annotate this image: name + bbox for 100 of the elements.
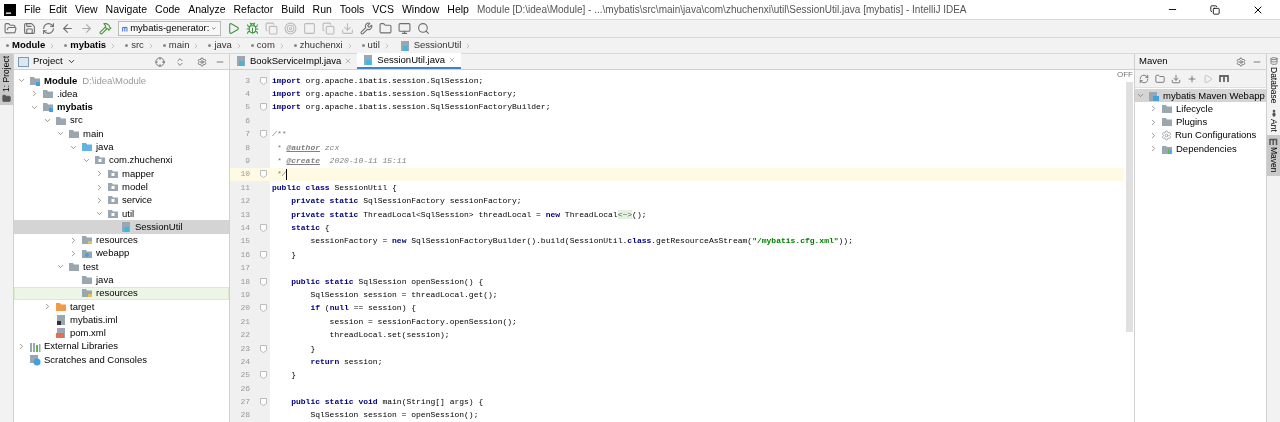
tree-item[interactable]: Module D:\idea\Module — [14, 74, 229, 88]
tool-window-tab[interactable]: 1: Project — [0, 54, 13, 105]
breadcrumb[interactable]: util — [361, 38, 395, 53]
reload-icon[interactable] — [1139, 73, 1149, 84]
breadcrumb[interactable]: java — [208, 38, 247, 53]
tree-item-label: model — [122, 179, 148, 194]
menu-item[interactable]: View — [71, 1, 102, 18]
tool-window-tab[interactable]: Database — [1267, 54, 1280, 107]
tree-item[interactable]: Run Configurations — [1135, 128, 1266, 143]
locate-icon[interactable] — [155, 56, 165, 67]
search-icon[interactable] — [417, 22, 430, 35]
maven-goal-icon[interactable] — [1219, 74, 1230, 83]
fold-marker-icon[interactable] — [260, 344, 267, 353]
tree-item[interactable]: mybatis Maven Webapp — [1135, 89, 1266, 103]
folder-icon[interactable] — [1155, 73, 1165, 84]
menu-item[interactable]: Refactor — [229, 1, 278, 18]
tool-window-tab[interactable]: Maven — [1267, 135, 1280, 176]
save-icon[interactable] — [23, 22, 36, 35]
tree-item[interactable]: resources — [14, 286, 229, 301]
tree-item[interactable]: util — [14, 206, 229, 221]
menu-item[interactable]: Help — [443, 1, 473, 18]
tree-item[interactable]: Dependencies — [1135, 142, 1266, 156]
settings-icon[interactable] — [197, 56, 207, 67]
fold-marker-icon[interactable] — [260, 103, 267, 112]
tree-item[interactable]: test — [14, 260, 229, 274]
tree-item[interactable]: webapp — [14, 246, 229, 261]
tree-item[interactable]: mybatis — [14, 100, 229, 114]
tree-item[interactable]: External Libraries — [14, 339, 229, 354]
bullet-icon — [64, 44, 68, 47]
fold-marker-icon[interactable] — [260, 304, 267, 313]
tree-item[interactable]: SessionUtil — [14, 220, 229, 234]
gear-icon — [1161, 130, 1172, 142]
fold-marker-icon[interactable] — [260, 277, 267, 286]
stop-icon[interactable] — [303, 22, 316, 35]
breadcrumb[interactable]: SessionUtil — [398, 38, 477, 53]
tree-item[interactable]: src — [14, 113, 229, 128]
close-tab-icon[interactable] — [344, 57, 353, 65]
tool-window-tab[interactable]: Ant — [1267, 106, 1280, 136]
fold-marker-icon[interactable] — [260, 224, 267, 232]
panel-title[interactable]: Project — [33, 54, 63, 69]
breadcrumb[interactable]: zhuchenxi — [293, 38, 358, 53]
forward-icon[interactable] — [80, 22, 93, 35]
tree-item[interactable]: java — [14, 273, 229, 287]
menu-item[interactable]: Edit — [44, 1, 71, 18]
tree-item[interactable]: resources — [14, 233, 229, 247]
settings-icon[interactable] — [1236, 56, 1246, 67]
scrollbar[interactable] — [1125, 82, 1133, 332]
collapse-all-icon[interactable] — [175, 56, 185, 67]
fold-marker-icon[interactable] — [260, 76, 267, 85]
open-folder-icon[interactable] — [4, 22, 17, 35]
fold-marker-icon[interactable] — [260, 250, 267, 259]
tree-item[interactable]: java — [14, 140, 229, 154]
tree-item[interactable]: service — [14, 193, 229, 207]
menu-item[interactable]: File — [20, 1, 45, 18]
tree-item[interactable]: mybatis.iml — [14, 313, 229, 327]
breadcrumb[interactable]: mybatis — [64, 38, 122, 53]
tree-item[interactable]: Scratches and Consoles — [14, 353, 229, 367]
tree-item[interactable]: com.zhuchenxi — [14, 153, 229, 168]
close-tab-icon[interactable] — [447, 56, 456, 64]
menu-item[interactable]: Run — [308, 1, 336, 18]
editor-tab[interactable]: BookServiceImpl.java — [230, 53, 358, 69]
menu-item[interactable]: Window — [397, 1, 444, 18]
back-icon[interactable] — [61, 22, 74, 35]
menu-item[interactable]: Build — [277, 1, 309, 18]
menu-item[interactable]: Code — [151, 1, 185, 18]
download-icon[interactable] — [1171, 73, 1181, 84]
breadcrumb[interactable]: src — [125, 38, 159, 53]
terminal-icon[interactable] — [398, 22, 411, 35]
fold-marker-icon[interactable] — [260, 371, 267, 380]
hammer-icon[interactable] — [99, 22, 112, 35]
breadcrumb[interactable]: main — [162, 38, 205, 53]
menu-item[interactable]: VCS — [368, 1, 398, 18]
tree-item[interactable]: Lifecycle — [1135, 102, 1266, 116]
sync-icon[interactable] — [42, 22, 55, 35]
menu-item[interactable]: Tools — [335, 1, 369, 18]
menu-item[interactable]: Analyze — [184, 1, 230, 18]
run-icon[interactable] — [1203, 73, 1213, 84]
menu-item[interactable]: Navigate — [101, 1, 152, 18]
fold-marker-icon[interactable] — [260, 130, 267, 139]
run-icon[interactable] — [227, 22, 240, 35]
editor-tab[interactable]: SessionUtil.java — [357, 53, 461, 69]
tree-item[interactable]: mapper — [14, 167, 229, 181]
wrench-icon[interactable] — [360, 22, 373, 35]
debug-icon[interactable] — [246, 22, 259, 35]
fold-marker-icon[interactable] — [260, 170, 267, 179]
tree-item[interactable]: target — [14, 300, 229, 314]
add-icon[interactable] — [1187, 73, 1197, 84]
fold-marker-icon[interactable] — [260, 398, 267, 407]
tree-item[interactable]: main — [14, 127, 229, 141]
tree-item[interactable]: pom.xml — [14, 326, 229, 340]
file-icon — [55, 314, 67, 326]
project-structure-icon[interactable] — [379, 22, 392, 35]
breadcrumb[interactable]: Module — [6, 38, 61, 53]
breadcrumb[interactable]: com — [250, 38, 290, 53]
tree-item[interactable]: model — [14, 180, 229, 194]
tree-item[interactable]: Plugins — [1135, 115, 1266, 129]
restore-icon[interactable] — [1210, 4, 1220, 15]
dropdown-caret-icon[interactable] — [66, 57, 76, 66]
run-configuration-dropdown[interactable]: mybatis-generator: — [118, 21, 221, 36]
tree-item[interactable]: .idea — [14, 87, 229, 101]
